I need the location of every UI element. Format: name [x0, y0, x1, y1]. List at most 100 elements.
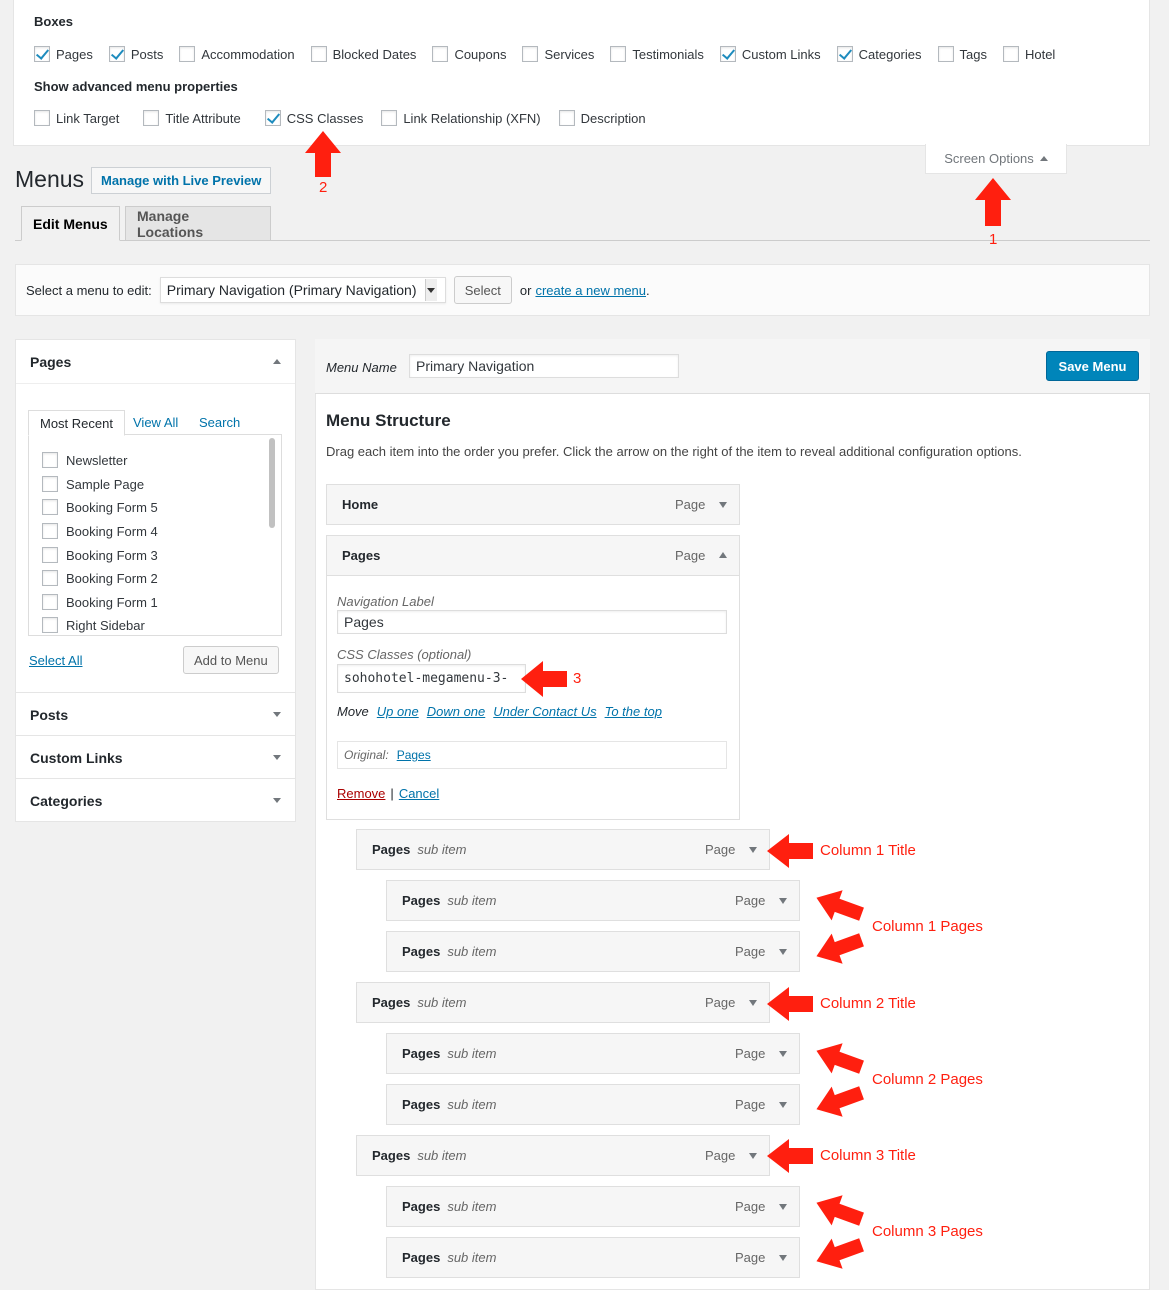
menu-sub-item[interactable]: Pages sub item Page — [386, 931, 800, 972]
categories-metabox[interactable]: Categories — [15, 778, 296, 822]
checkbox[interactable] — [42, 499, 58, 515]
tab-manage-locations[interactable]: Manage Locations — [125, 206, 271, 241]
list-item[interactable]: Booking Form 4 — [42, 523, 158, 539]
box-coupons[interactable]: Coupons — [432, 46, 506, 62]
list-item[interactable]: Right Sidebar — [42, 617, 145, 633]
menu-sub-item[interactable]: Pages sub item Page — [386, 1033, 800, 1074]
checkbox[interactable] — [42, 594, 58, 610]
caret-up-icon[interactable] — [719, 552, 727, 558]
move-under-contact[interactable]: Under Contact Us — [493, 704, 596, 719]
checkbox[interactable] — [42, 476, 58, 492]
box-categories[interactable]: Categories — [836, 46, 922, 62]
caret-down-icon[interactable] — [779, 1051, 787, 1057]
menu-item-pages[interactable]: Pages Page — [326, 535, 740, 576]
list-scrollbar[interactable] — [269, 438, 275, 528]
menu-sub-item[interactable]: Pages sub item Page — [356, 982, 770, 1023]
menu-sub-item[interactable]: Pages sub item Page — [356, 1135, 770, 1176]
checkbox[interactable] — [42, 452, 58, 468]
box-accommodation[interactable]: Accommodation — [179, 46, 295, 62]
menu-sub-item[interactable]: Pages sub item Page — [386, 1084, 800, 1125]
checkbox[interactable] — [42, 523, 58, 539]
live-preview-button[interactable]: Manage with Live Preview — [91, 167, 272, 194]
menu-sub-item[interactable]: Pages sub item Page — [386, 1237, 800, 1278]
caret-down-icon[interactable] — [779, 898, 787, 904]
checkbox[interactable] — [108, 46, 125, 62]
checkbox[interactable] — [310, 46, 327, 62]
caret-down-icon[interactable] — [273, 798, 281, 803]
menu-sub-item[interactable]: Pages sub item Page — [386, 1186, 800, 1227]
caret-down-icon[interactable] — [749, 1153, 757, 1159]
original-link[interactable]: Pages — [397, 748, 431, 762]
checkbox[interactable] — [34, 110, 50, 126]
remove-link[interactable]: Remove — [337, 786, 385, 801]
checkbox[interactable] — [34, 46, 50, 62]
move-up-one[interactable]: Up one — [377, 704, 419, 719]
list-item[interactable]: Booking Form 2 — [42, 570, 158, 586]
select-button[interactable]: Select — [453, 276, 512, 304]
screen-options-tab[interactable]: Screen Options — [925, 144, 1067, 174]
save-menu-button[interactable]: Save Menu — [1046, 351, 1139, 381]
checkbox[interactable] — [264, 110, 281, 126]
caret-down-icon[interactable] — [779, 1255, 787, 1261]
css-classes-input[interactable]: sohohotel-megamenu-3- — [337, 664, 526, 693]
caret-down-icon[interactable] — [719, 502, 727, 508]
box-pages[interactable]: Pages — [34, 46, 93, 62]
tab-most-recent[interactable]: Most Recent — [28, 410, 125, 436]
box-posts[interactable]: Posts — [108, 46, 163, 62]
checkbox[interactable] — [143, 110, 160, 126]
caret-down-icon[interactable] — [273, 755, 281, 760]
box-hotel[interactable]: Hotel — [1002, 46, 1055, 62]
menu-select[interactable]: Primary Navigation (Primary Navigation) — [159, 277, 446, 303]
menu-sub-item[interactable]: Pages sub item Page — [386, 880, 800, 921]
adv-link-relationship[interactable]: Link Relationship (XFN) — [381, 110, 541, 126]
tab-edit-menus[interactable]: Edit Menus — [21, 206, 120, 241]
move-down-one[interactable]: Down one — [427, 704, 486, 719]
checkbox[interactable] — [836, 46, 853, 62]
menu-item-home[interactable]: Home Page — [326, 484, 740, 525]
checkbox[interactable] — [179, 46, 196, 62]
checkbox[interactable] — [522, 46, 539, 62]
checkbox[interactable] — [42, 570, 58, 586]
box-custom-links[interactable]: Custom Links — [719, 46, 821, 62]
list-item[interactable]: Booking Form 3 — [42, 547, 158, 563]
cancel-link[interactable]: Cancel — [399, 786, 439, 801]
caret-down-icon[interactable] — [749, 1000, 757, 1006]
checkbox[interactable] — [937, 46, 954, 62]
nav-label-input[interactable]: Pages — [337, 610, 727, 634]
add-to-menu-button[interactable]: Add to Menu — [183, 646, 279, 674]
menu-name-input[interactable]: Primary Navigation — [409, 354, 679, 378]
list-item[interactable]: Booking Form 5 — [42, 499, 158, 515]
menu-sub-item[interactable]: Pages sub item Page — [356, 829, 770, 870]
caret-up-icon[interactable] — [273, 359, 281, 364]
adv-title-attribute[interactable]: Title Attribute — [143, 110, 241, 126]
caret-down-icon[interactable] — [779, 1204, 787, 1210]
tab-search[interactable]: Search — [199, 415, 240, 430]
checkbox[interactable] — [610, 46, 627, 62]
adv-description[interactable]: Description — [558, 110, 646, 126]
checkbox[interactable] — [381, 110, 398, 126]
box-testimonials[interactable]: Testimonials — [610, 46, 704, 62]
list-item[interactable]: Sample Page — [42, 476, 144, 492]
pages-metabox-header[interactable]: Pages — [16, 340, 295, 383]
box-tags[interactable]: Tags — [937, 46, 987, 62]
custom-links-metabox[interactable]: Custom Links — [15, 735, 296, 779]
box-services[interactable]: Services — [522, 46, 594, 62]
checkbox[interactable] — [558, 110, 575, 126]
list-item[interactable]: Newsletter — [42, 452, 127, 468]
tab-view-all[interactable]: View All — [133, 415, 178, 430]
adv-css-classes[interactable]: CSS Classes — [264, 110, 363, 126]
create-new-menu-link[interactable]: create a new menu — [535, 283, 646, 298]
caret-down-icon[interactable] — [273, 712, 281, 717]
caret-down-icon[interactable] — [749, 847, 757, 853]
select-all-link[interactable]: Select All — [29, 653, 82, 668]
box-blocked-dates[interactable]: Blocked Dates — [310, 46, 416, 62]
checkbox[interactable] — [719, 46, 736, 62]
caret-down-icon[interactable] — [779, 1102, 787, 1108]
checkbox[interactable] — [42, 617, 58, 633]
checkbox[interactable] — [432, 46, 449, 62]
adv-link-target[interactable]: Link Target — [34, 110, 119, 126]
move-to-top[interactable]: To the top — [605, 704, 662, 719]
list-item[interactable]: Booking Form 1 — [42, 594, 158, 610]
caret-down-icon[interactable] — [779, 949, 787, 955]
checkbox[interactable] — [1002, 46, 1019, 62]
